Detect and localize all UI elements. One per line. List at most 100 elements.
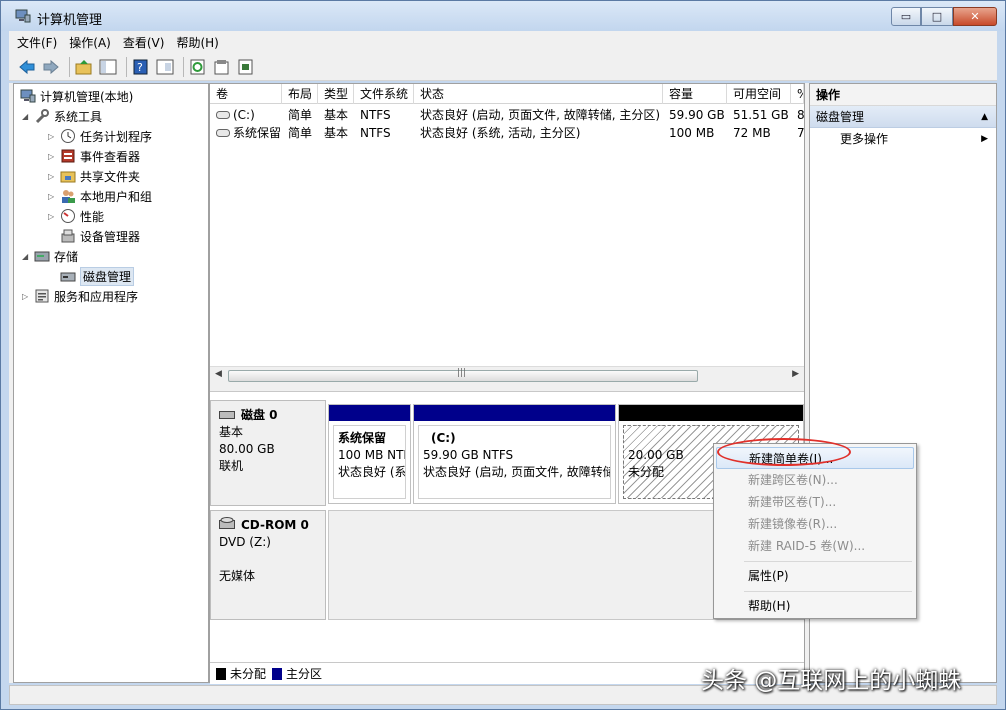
tree-item-local-users[interactable]: ▷ 本地用户和组 — [48, 186, 152, 206]
tree-label: 事件查看器 — [80, 149, 141, 164]
properties-icon[interactable] — [212, 57, 232, 77]
disk-name: 磁盘 0 — [241, 408, 278, 422]
scroll-left-icon[interactable]: ◀ — [215, 369, 222, 379]
collapsed-triangle-icon[interactable]: ▷ — [48, 132, 58, 141]
scroll-grip-icon: ||| — [457, 368, 467, 378]
layout-cell: 简单 — [288, 126, 313, 140]
services-icon — [34, 288, 50, 304]
horizontal-scrollbar[interactable]: ◀ ||| ▶ — [210, 366, 804, 384]
actions-section-disk-management[interactable]: 磁盘管理 ▲ — [810, 106, 996, 128]
expanded-triangle-icon[interactable]: ◢ — [22, 252, 32, 261]
scroll-right-icon[interactable]: ▶ — [792, 369, 799, 379]
filesystem-cell: NTFS — [360, 126, 391, 140]
menu-new-striped-volume[interactable]: 新建带区卷(T)... — [716, 491, 914, 513]
computer-management-icon — [15, 9, 31, 23]
type-cell: 基本 — [324, 108, 349, 122]
minimize-icon: ▭ — [900, 10, 912, 23]
tree-item-services-apps[interactable]: ▷ 服务和应用程序 — [22, 286, 138, 306]
scroll-thumb[interactable]: ||| — [228, 368, 698, 382]
tree-label: 设备管理器 — [80, 229, 141, 244]
partition-bar — [329, 405, 410, 421]
collapsed-triangle-icon[interactable]: ▷ — [22, 292, 32, 301]
menu-properties[interactable]: 属性(P) — [716, 565, 914, 587]
table-row[interactable]: (C:) 简单 基本 NTFS 状态良好 (启动, 页面文件, 故障转储, 主分… — [210, 106, 804, 124]
menu-view[interactable]: 查看(V) — [123, 34, 165, 51]
menu-action[interactable]: 操作(A) — [69, 34, 111, 51]
back-arrow-icon[interactable] — [17, 57, 37, 77]
event-viewer-icon — [60, 148, 76, 164]
tree-label: 计算机管理(本地) — [40, 89, 134, 104]
menu-new-spanned-volume[interactable]: 新建跨区卷(N)... — [716, 469, 914, 491]
volume-cell: (C:) — [210, 106, 282, 124]
menu-file[interactable]: 文件(F) — [17, 34, 57, 51]
column-header-filesystem[interactable]: 文件系统 — [354, 84, 414, 104]
column-header-type[interactable]: 类型 — [318, 84, 354, 104]
collapsed-triangle-icon[interactable]: ▷ — [48, 212, 58, 221]
tree-item-event-viewer[interactable]: ▷ 事件查看器 — [48, 146, 140, 166]
export-icon[interactable] — [236, 57, 256, 77]
clock-icon — [60, 128, 76, 144]
maximize-icon: □ — [931, 10, 943, 23]
partition-bar — [619, 405, 803, 421]
menu-new-mirrored-volume[interactable]: 新建镜像卷(R)... — [716, 513, 914, 535]
disk-size — [219, 551, 317, 568]
close-button[interactable]: ✕ — [953, 7, 997, 26]
disk-status: 联机 — [219, 459, 244, 473]
column-header-volume[interactable]: 卷 — [210, 84, 282, 104]
table-row[interactable]: 系统保留 简单 基本 NTFS 状态良好 (系统, 活动, 主分区) 100 M… — [210, 124, 804, 142]
volume-table-header: 卷 布局 类型 文件系统 状态 容量 可用空间 % — [210, 84, 804, 104]
column-header-status[interactable]: 状态 — [414, 84, 663, 104]
partition-system-reserved[interactable]: 系统保留 100 MB NTFS 状态良好 (系统, 活动, 主分区) — [328, 404, 411, 504]
volume-icon — [216, 106, 230, 124]
help-icon[interactable]: ? — [131, 57, 151, 77]
tree-label: 本地用户和组 — [80, 189, 153, 204]
collapsed-triangle-icon[interactable]: ▷ — [48, 152, 58, 161]
tree-item-disk-management[interactable]: 磁盘管理 — [58, 266, 135, 286]
expanded-triangle-icon[interactable]: ◢ — [22, 112, 32, 121]
refresh-icon[interactable] — [188, 57, 208, 77]
partition-c[interactable]: (C:) 59.90 GB NTFS 状态良好 (启动, 页面文件, 故障转储,… — [413, 404, 616, 504]
menu-help[interactable]: 帮助(H) — [176, 34, 218, 51]
column-header-layout[interactable]: 布局 — [282, 84, 318, 104]
tree-item-root[interactable]: 计算机管理(本地) — [18, 86, 133, 106]
up-folder-icon[interactable] — [74, 57, 94, 77]
pane-splitter[interactable] — [210, 384, 804, 392]
show-hide-tree-icon[interactable] — [98, 57, 118, 77]
collapsed-triangle-icon[interactable]: ▷ — [48, 192, 58, 201]
partition-status: 状态良好 (启动, 页面文件, 故障转储, 主分区) — [423, 465, 610, 479]
status-cell: 状态良好 (系统, 活动, 主分区) — [420, 126, 581, 140]
toolbar: ? — [9, 53, 997, 81]
minimize-button[interactable]: ▭ — [891, 7, 921, 26]
menu-separator — [744, 561, 912, 562]
tree-item-device-manager[interactable]: 设备管理器 — [58, 226, 140, 246]
view-icon[interactable] — [155, 57, 175, 77]
column-header-free-space[interactable]: 可用空间 — [727, 84, 791, 104]
tree-item-system-tools[interactable]: ◢ 系统工具 — [22, 106, 102, 126]
menu-new-raid5-volume[interactable]: 新建 RAID-5 卷(W)... — [716, 535, 914, 557]
column-header-percent[interactable]: % — [791, 84, 804, 104]
tree-item-task-scheduler[interactable]: ▷ 任务计划程序 — [48, 126, 152, 146]
column-header-capacity[interactable]: 容量 — [663, 84, 727, 104]
tree-label: 任务计划程序 — [80, 129, 153, 144]
legend-swatch-unallocated — [216, 667, 226, 680]
tree-item-shared-folders[interactable]: ▷ 共享文件夹 — [48, 166, 140, 186]
menu-help-item[interactable]: 帮助(H) — [716, 595, 914, 617]
maximize-button[interactable]: □ — [921, 7, 953, 26]
disk-0-label[interactable]: 磁盘 0 基本 80.00 GB 联机 — [210, 400, 326, 506]
tree-item-performance[interactable]: ▷ 性能 — [48, 206, 104, 226]
tree-item-storage[interactable]: ◢ 存储 — [22, 246, 78, 266]
collapse-triangle-icon[interactable]: ▲ — [981, 106, 988, 128]
toolbar-separator — [126, 56, 127, 77]
volume-name: 系统保留 — [233, 126, 282, 140]
console-tree: 计算机管理(本地) ◢ 系统工具 ▷ 任务计划程序 ▷ 事件查看器 ▷ 共享文件… — [13, 83, 209, 683]
tree-label: 存储 — [54, 249, 79, 264]
more-actions-item[interactable]: 更多操作 ▶ — [810, 128, 996, 150]
cdrom-0-label[interactable]: CD-ROM 0 DVD (Z:) 无媒体 — [210, 510, 326, 620]
collapsed-triangle-icon[interactable]: ▷ — [48, 172, 58, 181]
partition-size: 100 MB NTFS — [338, 448, 405, 462]
window-title: 计算机管理 — [37, 13, 103, 28]
type-cell: 基本 — [324, 126, 349, 140]
title-bar[interactable]: 计算机管理 ▭ □ ✕ — [1, 1, 1005, 31]
forward-arrow-icon[interactable] — [41, 57, 61, 77]
performance-icon — [60, 208, 76, 224]
